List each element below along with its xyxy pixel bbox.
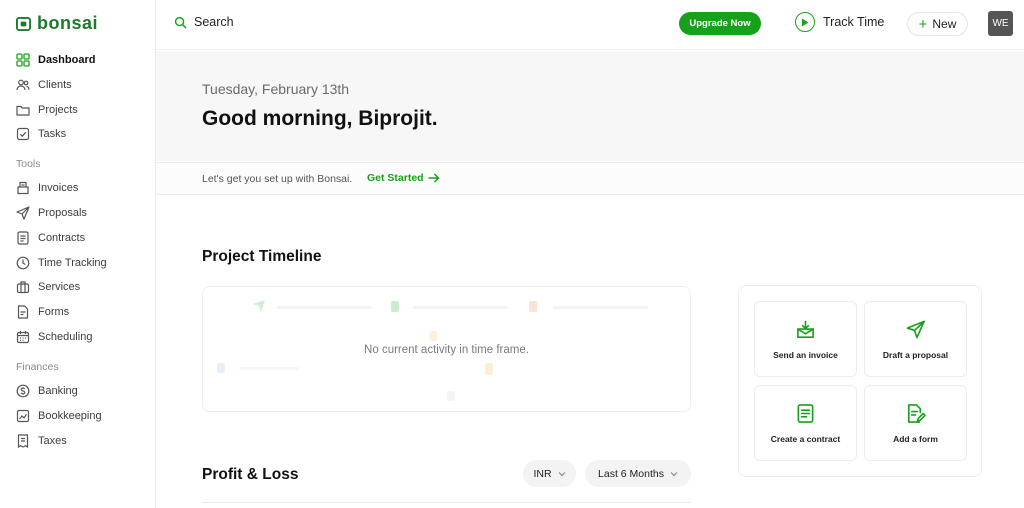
period-value: Last 6 Months <box>598 467 664 480</box>
currency-select[interactable]: INR <box>523 460 576 487</box>
document-icon <box>17 231 29 245</box>
greeting-banner: Tuesday, February 13th Good morning, Bip… <box>156 51 1024 161</box>
sidebar-item-label: Taxes <box>38 435 67 447</box>
setup-banner: Let's get you set up with Bonsai. Get St… <box>156 162 1024 195</box>
action-label: Create a contract <box>770 433 841 444</box>
chevron-down-icon <box>558 471 565 476</box>
upgrade-now-button[interactable]: Upgrade Now <box>679 12 761 35</box>
new-label: New <box>932 17 957 31</box>
play-icon <box>795 12 815 32</box>
bonsai-logo-icon <box>16 16 31 31</box>
sidebar-item-label: Contracts <box>38 232 86 244</box>
sidebar-item-dashboard[interactable]: Dashboard <box>16 53 95 67</box>
sidebar-item-label: Projects <box>38 104 78 116</box>
sidebar-item-tasks[interactable]: Tasks <box>16 127 66 141</box>
sidebar-item-label: Tasks <box>38 128 67 140</box>
dollar-icon <box>16 384 30 398</box>
top-bar: Search Upgrade Now Track Time + New WE <box>156 0 1024 50</box>
sidebar-item-scheduling[interactable]: Scheduling <box>16 330 92 344</box>
create-contract-button[interactable]: Create a contract <box>754 385 857 461</box>
sidebar-item-services[interactable]: Services <box>16 280 80 294</box>
search-icon <box>174 16 187 29</box>
chevron-down-icon <box>670 471 678 476</box>
sidebar-item-banking[interactable]: Banking <box>16 384 78 398</box>
quick-actions-panel: Send an invoice Draft a proposal Create … <box>738 285 982 477</box>
profit-loss-title: Profit & Loss <box>202 466 299 483</box>
search-box[interactable]: Search <box>174 15 234 29</box>
sidebar-item-label: Time Tracking <box>38 257 107 269</box>
tools-heading: Tools <box>16 158 41 170</box>
draft-proposal-button[interactable]: Draft a proposal <box>864 301 967 377</box>
chart-icon <box>16 409 30 423</box>
sidebar-item-bookkeeping[interactable]: Bookkeeping <box>16 409 102 423</box>
paper-plane-icon <box>906 320 925 338</box>
sidebar-item-projects[interactable]: Projects <box>16 103 78 117</box>
sidebar: bonsai Dashboard Clients Projects Tasks … <box>0 0 156 508</box>
brand-name: bonsai <box>37 13 99 33</box>
form-icon <box>17 305 29 319</box>
get-started-label: Get Started <box>367 172 424 184</box>
project-timeline-card: No current activity in time frame. <box>202 286 691 412</box>
sidebar-item-contracts[interactable]: Contracts <box>16 231 85 245</box>
sidebar-item-label: Services <box>38 281 81 293</box>
sidebar-item-forms[interactable]: Forms <box>16 305 69 319</box>
action-label: Send an invoice <box>773 349 838 360</box>
add-form-button[interactable]: Add a form <box>864 385 967 461</box>
contract-icon <box>797 403 814 423</box>
briefcase-icon <box>16 281 30 294</box>
timeline-empty-text: No current activity in time frame. <box>364 344 529 356</box>
bonsai-logo[interactable]: bonsai <box>16 13 98 34</box>
get-started-link[interactable]: Get Started <box>367 172 440 184</box>
send-invoice-button[interactable]: Send an invoice <box>754 301 857 377</box>
calendar-icon <box>16 331 30 344</box>
sidebar-item-label: Forms <box>38 306 70 318</box>
sidebar-item-label: Invoices <box>38 182 79 194</box>
sidebar-item-label: Scheduling <box>38 331 93 343</box>
current-date: Tuesday, February 13th <box>202 81 350 97</box>
send-icon <box>16 206 30 220</box>
currency-value: INR <box>533 467 552 480</box>
receipt-icon <box>17 434 29 448</box>
sidebar-item-clients[interactable]: Clients <box>16 78 72 92</box>
sidebar-item-time-tracking[interactable]: Time Tracking <box>16 256 107 270</box>
avatar[interactable]: WE <box>988 11 1013 36</box>
new-button[interactable]: + New <box>907 12 968 36</box>
sidebar-item-label: Clients <box>38 79 72 91</box>
search-label: Search <box>194 15 234 29</box>
folder-icon <box>16 105 30 116</box>
grid-icon <box>16 53 30 67</box>
sidebar-item-taxes[interactable]: Taxes <box>16 434 67 448</box>
profit-loss-divider <box>202 502 691 503</box>
clock-icon <box>16 256 30 270</box>
track-time-button[interactable]: Track Time <box>795 12 884 32</box>
action-label: Draft a proposal <box>882 349 949 360</box>
sidebar-item-label: Bookkeeping <box>38 410 102 422</box>
sidebar-item-label: Proposals <box>38 207 87 219</box>
period-select[interactable]: Last 6 Months <box>585 460 691 487</box>
sidebar-item-label: Dashboard <box>38 54 96 66</box>
users-icon <box>16 79 30 91</box>
setup-text: Let's get you set up with Bonsai. <box>202 173 353 185</box>
sidebar-item-invoices[interactable]: Invoices <box>16 181 78 195</box>
invoice-icon <box>17 181 29 195</box>
action-label: Add a form <box>893 433 938 444</box>
finances-heading: Finances <box>16 361 59 373</box>
greeting-message: Good morning, Biprojit. <box>202 107 438 130</box>
sidebar-item-proposals[interactable]: Proposals <box>16 206 87 220</box>
sidebar-item-label: Banking <box>38 385 78 397</box>
invoice-download-icon <box>797 320 814 338</box>
checkbox-icon <box>16 127 30 141</box>
arrow-right-icon <box>427 173 439 183</box>
track-time-label: Track Time <box>823 15 885 29</box>
plus-icon: + <box>918 15 928 33</box>
project-timeline-title: Project Timeline <box>202 248 322 265</box>
form-edit-icon <box>908 403 926 423</box>
